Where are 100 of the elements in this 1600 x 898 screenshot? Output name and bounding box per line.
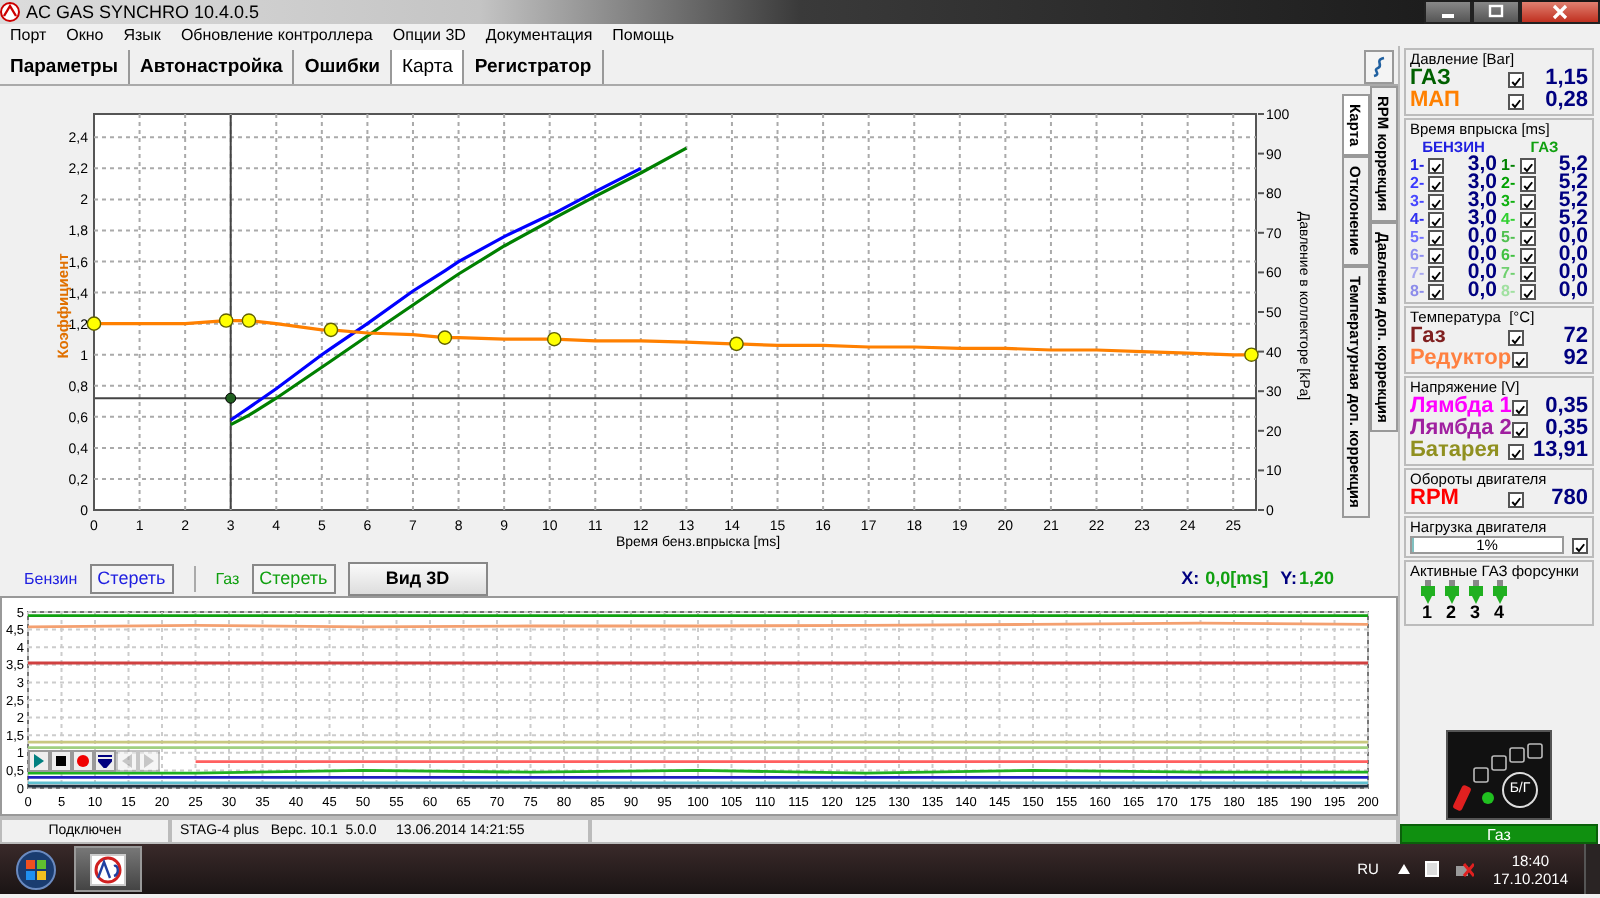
injection-time: 0,0 (1556, 264, 1588, 282)
taskbar-app-button[interactable] (74, 846, 142, 892)
checkbox[interactable] (1428, 211, 1444, 227)
injector-label: 7- (1410, 264, 1427, 282)
checkbox[interactable] (1519, 157, 1535, 173)
injector-label: 8- (1501, 282, 1518, 300)
sensor-value: 13,91 (1530, 440, 1588, 462)
window-title: AC GAS SYNCHRO 10.4.0.5 (26, 2, 260, 22)
app-logo-icon (0, 2, 20, 22)
checkbox[interactable] (1428, 157, 1444, 173)
map-point[interactable] (323, 322, 339, 338)
checkbox[interactable] (1428, 193, 1444, 209)
network-icon (1456, 860, 1475, 878)
map-point[interactable] (729, 336, 744, 352)
stop-button[interactable] (50, 750, 72, 772)
injector-label: 8- (1410, 282, 1427, 300)
sensor-value: 0,35 (1543, 396, 1588, 418)
maximize-button[interactable] (1472, 1, 1520, 23)
injection-time: 5,2 (1556, 174, 1588, 192)
injector-number: 3 (1469, 604, 1480, 622)
app-logo-icon (90, 853, 126, 885)
clear-button[interactable]: Стереть (89, 564, 174, 594)
marker-button[interactable] (94, 750, 116, 772)
maximize-icon (1488, 4, 1504, 18)
sensor-label: Газ (1410, 326, 1446, 348)
sensor-label: Лямбда 1 (1410, 396, 1512, 418)
device-icon (1424, 860, 1441, 878)
toolbar-button[interactable] (1364, 50, 1394, 84)
checkbox[interactable] (1508, 329, 1524, 345)
sensor-label: RPM (1410, 488, 1459, 510)
injection-time: 0,0 (1465, 228, 1497, 246)
injection-time: 0,0 (1465, 246, 1497, 264)
checkbox[interactable] (1519, 211, 1535, 227)
menu-item[interactable]: Опции 3D (382, 24, 476, 46)
injection-time: 3,0 (1465, 210, 1497, 228)
injector-label: 5- (1410, 228, 1427, 246)
checkbox[interactable] (1428, 283, 1444, 299)
close-button[interactable] (1520, 1, 1600, 23)
injector-label: 6- (1410, 246, 1427, 264)
checkbox[interactable] (1428, 175, 1444, 191)
label: Бензин (24, 567, 78, 591)
checkbox[interactable] (1511, 399, 1528, 415)
injection-time: 0,0 (1556, 228, 1588, 246)
checkbox[interactable] (1428, 229, 1444, 245)
view-3d-button[interactable]: Вид 3D (347, 562, 488, 596)
menu-item[interactable]: Окно (56, 24, 114, 46)
menu-item[interactable]: Помощь (602, 24, 685, 46)
injector-label: 3- (1501, 192, 1518, 210)
checkbox[interactable] (1572, 537, 1588, 553)
label: Y: (1280, 565, 1297, 592)
map-point[interactable] (1244, 347, 1259, 362)
coordinate-value: 1,20 (1298, 565, 1334, 592)
map-point[interactable] (437, 330, 453, 345)
sensor-label: Редуктор (1410, 348, 1512, 370)
checkbox[interactable] (1508, 443, 1524, 459)
tab[interactable]: Карта (391, 50, 465, 84)
left-arrow-icon (120, 754, 134, 768)
injection-time: 5,2 (1556, 210, 1588, 228)
checkbox[interactable] (1511, 351, 1528, 367)
checkbox[interactable] (1519, 247, 1535, 263)
up-arrow-icon (1398, 864, 1411, 874)
checkbox[interactable] (1519, 193, 1535, 209)
play-icon (32, 754, 46, 768)
map-point[interactable] (86, 316, 102, 331)
menu-item[interactable]: Порт (0, 24, 57, 46)
checkbox[interactable] (1519, 283, 1535, 299)
checkbox[interactable] (1519, 229, 1535, 245)
injector-label: 6- (1501, 246, 1518, 264)
record-icon (76, 754, 90, 768)
checkbox[interactable] (1508, 491, 1524, 507)
injector-label: 2- (1501, 174, 1518, 192)
checkbox[interactable] (1511, 421, 1528, 437)
injection-time: 0,0 (1465, 282, 1497, 300)
sensor-label: ГАЗ (1410, 68, 1451, 90)
windows-logo-icon (16, 849, 56, 889)
injection-time: 5,2 (1556, 192, 1588, 210)
checkbox[interactable] (1428, 265, 1444, 281)
record-button[interactable] (72, 750, 94, 772)
minimize-button[interactable] (1424, 1, 1472, 23)
checkbox[interactable] (1508, 93, 1524, 109)
coordinate-value: 0,0[ms] (1205, 565, 1269, 592)
checkbox[interactable] (1508, 71, 1524, 87)
stop-icon (54, 754, 68, 768)
menu-item[interactable]: Язык (113, 24, 171, 46)
checkbox[interactable] (1519, 265, 1535, 281)
play-button[interactable] (28, 750, 50, 772)
injector-label: 4- (1501, 210, 1518, 228)
map-point[interactable] (218, 313, 234, 328)
fuel-status: Газ (1400, 824, 1598, 844)
injector-label: 1- (1501, 156, 1518, 174)
map-point[interactable] (241, 313, 257, 328)
injector-label: 4- (1410, 210, 1427, 228)
checkbox[interactable] (1519, 175, 1535, 191)
label: Газ (215, 567, 240, 591)
injector-label: 2- (1410, 174, 1427, 192)
map-point[interactable] (546, 331, 562, 347)
checkbox[interactable] (1428, 247, 1444, 263)
menu-item[interactable]: Документация (475, 24, 603, 46)
menu-item[interactable]: Обновление контроллера (170, 24, 383, 46)
injection-time: 3,0 (1465, 192, 1497, 210)
